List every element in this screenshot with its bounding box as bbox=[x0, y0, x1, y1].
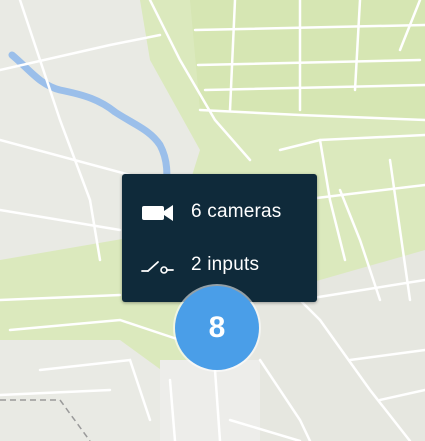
cluster-tooltip: 6 cameras 2 inputs bbox=[122, 174, 317, 302]
inputs-count-label: 2 inputs bbox=[191, 254, 260, 275]
cluster-count: 8 bbox=[208, 311, 226, 344]
cameras-count-label: 6 cameras bbox=[191, 201, 282, 222]
device-cluster-marker[interactable]: 8 bbox=[175, 286, 259, 370]
tooltip-row-inputs: 2 inputs bbox=[140, 250, 259, 280]
input-switch-icon bbox=[140, 254, 176, 276]
tooltip-row-cameras: 6 cameras bbox=[140, 197, 282, 227]
camera-icon bbox=[140, 201, 176, 223]
